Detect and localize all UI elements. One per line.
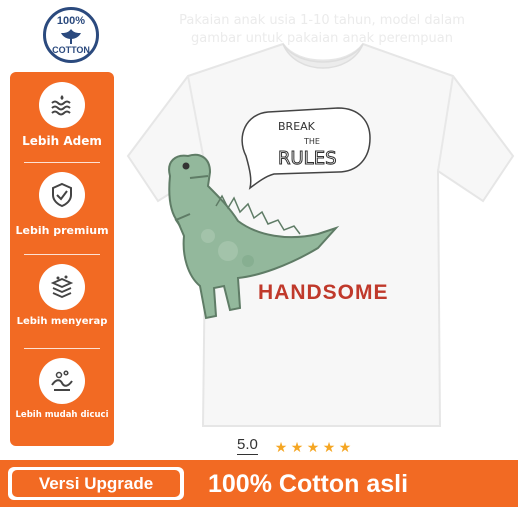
star-icon: ★ [274,440,288,456]
divider [24,348,100,349]
product-image: Pakaian anak usia 1-10 tahun, model dala… [0,0,518,518]
feature-label: Lebih premium [15,224,109,237]
cotton-label: 100% Cotton asli [208,470,409,498]
tshirt-image: BREAK THE RULES HANDSOME [118,36,518,436]
waves-icon [51,95,71,116]
bottom-banner: Versi Upgrade 100% Cotton asli [0,460,518,507]
star-icon: ★ [338,440,352,456]
version-label: Versi Upgrade [12,470,180,497]
fabric-layers-icon [50,275,74,298]
speech-word: RULES [278,148,337,169]
speech-word: THE [303,137,320,146]
dinosaur-tshirt-icon: BREAK THE RULES HANDSOME [126,42,515,427]
shield-check-icon [52,182,72,208]
feature-label: Lebih menyerap [16,316,108,327]
star-icon: ★ [290,440,304,456]
divider [24,254,100,255]
feature-label: Lebih Adem [22,134,102,148]
cotton-flower-icon [61,29,81,44]
badge-word: COTTON [52,45,90,55]
washing-icon [51,370,73,391]
handsome-print: HANDSOME [258,281,389,304]
feature-sidebar: Lebih Adem Lebih premium Lebih menyerap … [10,72,114,446]
speech-word: BREAK [278,120,316,133]
cotton-badge: 100% COTTON [43,7,99,63]
version-badge: Versi Upgrade [8,467,184,500]
feature-label: Lebih mudah dicuci [15,410,109,420]
star-rating: ★ ★ ★ ★ ★ [273,437,393,456]
divider [24,162,100,163]
star-icon: ★ [306,440,320,456]
rating-value: 5.0 [237,436,258,455]
badge-percent: 100% [56,15,86,27]
star-icon: ★ [322,440,336,456]
